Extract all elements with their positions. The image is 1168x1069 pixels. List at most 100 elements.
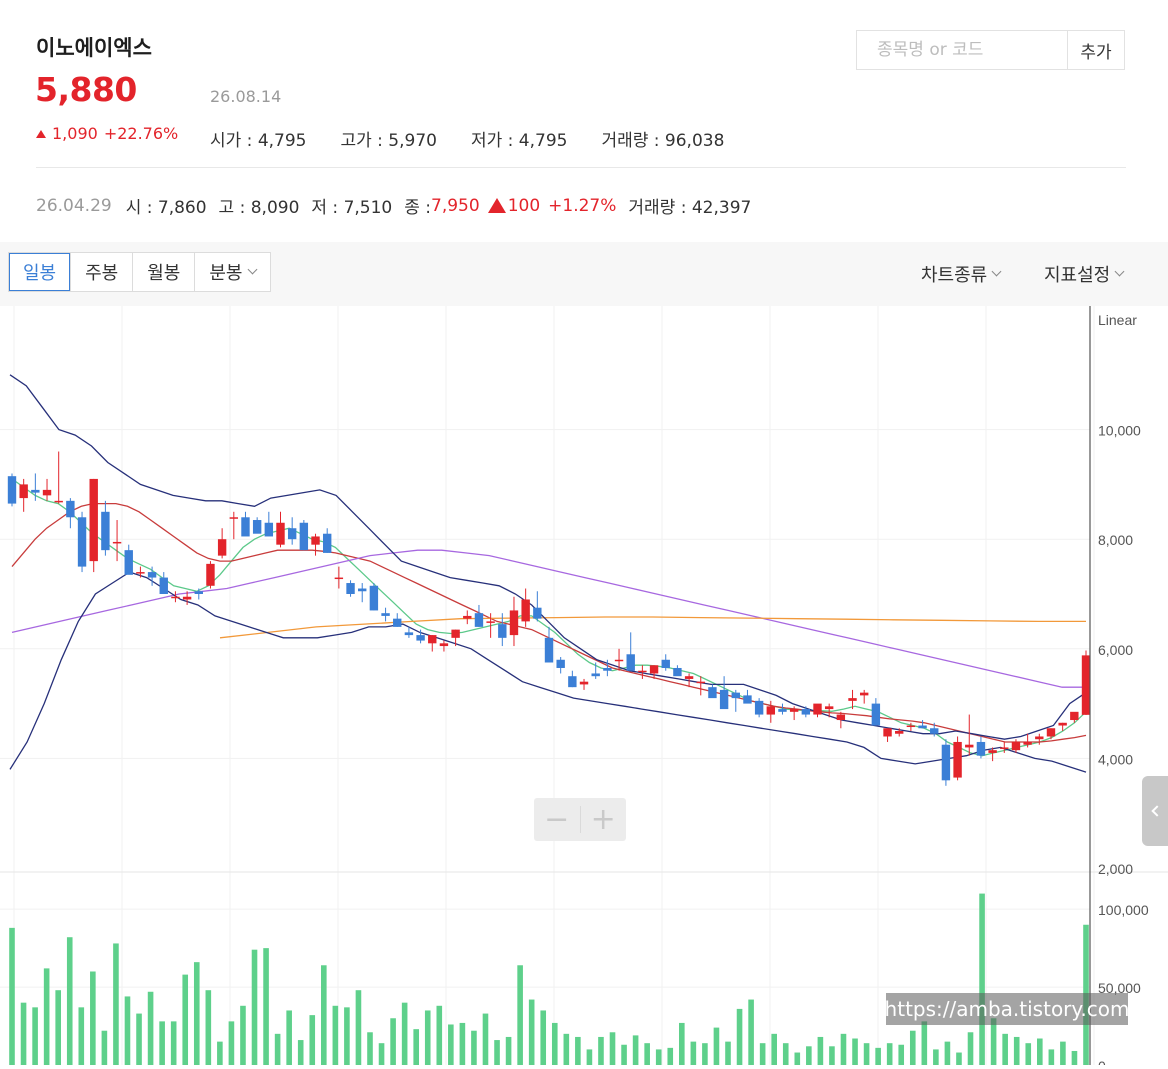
candle-body (871, 703, 881, 726)
current-price: 5,880 (35, 70, 137, 109)
volume-bar (736, 1008, 743, 1065)
volume-bar (933, 1049, 939, 1065)
chart-area[interactable]: 10,000 8,000 6,000 4,000 2,000 Linear 100,000 5… (0, 306, 1168, 1069)
candle-body (229, 517, 239, 519)
candle-body (241, 517, 250, 537)
volume-bar (124, 996, 131, 1065)
candle-body (89, 478, 98, 562)
hover-volume: 거래량 : 42,397 (628, 198, 752, 218)
volume-bar (332, 1005, 339, 1065)
candle-body (206, 563, 215, 586)
candle-body (906, 725, 916, 728)
volume-bar (367, 1032, 373, 1065)
tab-minute[interactable]: 분봉 (194, 253, 269, 291)
candle-body (276, 522, 285, 545)
volume-bar (55, 990, 61, 1065)
candle-body (393, 618, 402, 627)
volume-bar (551, 1022, 558, 1065)
volume-bar (863, 1043, 870, 1065)
candle-body (147, 572, 157, 578)
volume-bar (875, 1047, 881, 1065)
open-price: 시가 : 4,795 (210, 131, 307, 151)
candle-body (463, 615, 472, 619)
candle-body (895, 731, 904, 734)
candle-body (1035, 736, 1044, 740)
candle-body (1058, 722, 1067, 726)
add-button[interactable]: 추가 (1067, 30, 1125, 70)
candle-body (1081, 655, 1091, 715)
up-arrow-icon (487, 198, 506, 213)
price-date: 26.08.14 (210, 87, 282, 106)
volume-bar (32, 1007, 38, 1065)
candle-body (486, 621, 495, 623)
candle-body (66, 500, 75, 518)
volume-bar (66, 937, 73, 1065)
volume-bar (644, 1043, 650, 1065)
search-box (856, 30, 1068, 70)
volume-bar (967, 1032, 974, 1065)
candle-body (474, 613, 484, 627)
candle-body (31, 489, 40, 493)
chart-toolbar: 일봉 주봉 월봉 분봉 차트종류 지표설정 (0, 242, 1168, 306)
y-tick-label: 8,000 (1098, 532, 1133, 548)
high-price: 고가 : 5,970 (340, 131, 437, 151)
stock-header: 이노에이엑스 5,880 26.08.14 1,090 +22.76% 시가 :… (0, 0, 1168, 242)
candle-body (404, 632, 414, 636)
tab-monthly[interactable]: 월봉 (132, 253, 194, 291)
volume-bar (598, 1036, 604, 1065)
volume-bar (748, 999, 754, 1065)
zoom-out-button[interactable]: − (534, 798, 580, 841)
candle-body (369, 585, 379, 611)
candle-body (848, 698, 857, 701)
volume-bar (806, 1046, 812, 1065)
candle-body (976, 741, 986, 756)
line-bb_lower (9, 571, 1087, 773)
volume-bar (182, 974, 189, 1065)
volume-bar (1037, 1038, 1043, 1065)
volume-bar (655, 1049, 662, 1065)
chart-type-dropdown[interactable]: 차트종류 (921, 261, 1002, 287)
volume-bar (909, 1030, 916, 1065)
hover-change-percent: +1.27% (548, 195, 617, 216)
volume-bar (586, 1049, 593, 1065)
volume-bar (494, 1040, 500, 1065)
hover-high: 고 : 8,090 (218, 198, 300, 218)
volume-bar (794, 1052, 801, 1065)
volume-bar (413, 1029, 419, 1065)
volume-bar (390, 1018, 396, 1065)
y-tick-label: 6,000 (1098, 642, 1133, 658)
candle-body (603, 667, 612, 671)
tab-daily[interactable]: 일봉 (9, 253, 71, 291)
low-price: 저가 : 4,795 (470, 131, 568, 151)
volume-bar (1048, 1049, 1055, 1065)
candle-body (801, 709, 811, 715)
candle-body (416, 635, 425, 641)
volume-bar (609, 1032, 616, 1065)
candle-body (579, 681, 589, 685)
chevron-down-icon (991, 266, 1002, 277)
indicator-settings-dropdown[interactable]: 지표설정 (1044, 261, 1125, 287)
candle-body (719, 689, 729, 710)
volume-bar (505, 1036, 512, 1065)
side-panel-toggle[interactable] (1142, 776, 1168, 846)
volume-bar (240, 1005, 246, 1065)
candle-body (684, 676, 694, 679)
stock-chart[interactable]: 10,0008,0006,0004,0002,000Linear100,0005… (0, 306, 1168, 1069)
volume-bar (817, 1036, 824, 1065)
volume-bar (690, 1041, 697, 1065)
candle-body (1011, 741, 1021, 751)
zoom-in-button[interactable]: + (581, 798, 627, 841)
hover-low: 저 : 7,510 (311, 198, 393, 218)
candle-body (953, 741, 962, 778)
candle-body (859, 692, 869, 696)
candle-body (42, 489, 52, 496)
volume-bar (725, 1041, 731, 1065)
candle-body (614, 659, 624, 662)
candle-body (965, 744, 974, 748)
period-tabs: 일봉 주봉 월봉 분봉 (8, 252, 271, 292)
volume-bar (251, 949, 258, 1065)
tab-weekly[interactable]: 주봉 (70, 253, 132, 291)
volume-bar (782, 1043, 789, 1065)
candle-body (638, 670, 647, 673)
search-input[interactable] (857, 31, 1067, 69)
